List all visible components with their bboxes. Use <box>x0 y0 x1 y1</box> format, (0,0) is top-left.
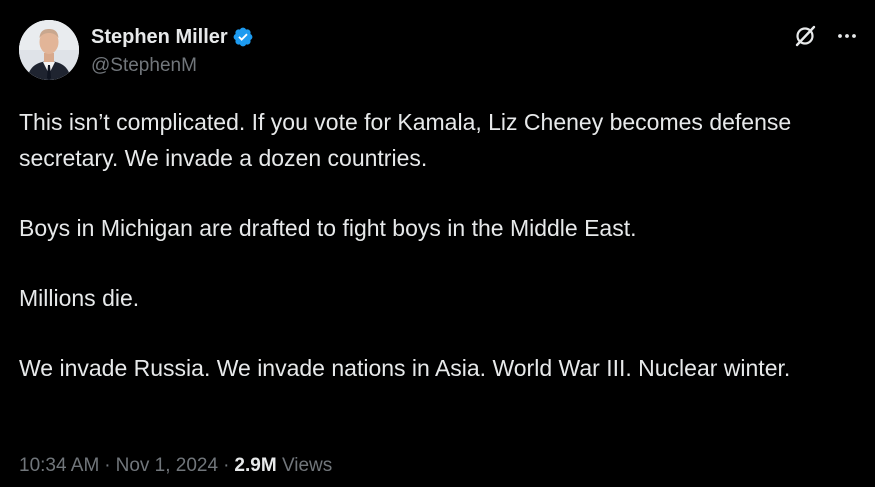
more-options-icon[interactable] <box>833 22 861 50</box>
author-handle[interactable]: @StephenM <box>91 55 254 77</box>
grok-icon[interactable] <box>791 22 819 50</box>
verified-badge-icon[interactable] <box>232 26 254 48</box>
tweet-paragraph: Boys in Michigan are drafted to fight bo… <box>19 215 637 241</box>
meta-separator: · <box>104 455 111 476</box>
avatar[interactable] <box>19 20 79 80</box>
tweet-paragraph: We invade Russia. We invade nations in A… <box>19 355 791 381</box>
name-row: Stephen Miller <box>91 23 254 51</box>
views-count: 2.9M <box>234 455 277 476</box>
author-display-name[interactable]: Stephen Miller <box>91 26 228 49</box>
header-actions <box>791 22 861 50</box>
tweet-header: Stephen Miller @StephenM <box>19 20 861 84</box>
tweet: Stephen Miller @StephenM This isn’t comp… <box>0 0 875 487</box>
tweet-date[interactable]: Nov 1, 2024 <box>116 455 218 476</box>
tweet-time[interactable]: 10:34 AM <box>19 455 99 476</box>
tweet-paragraph: This isn’t complicated. If you vote for … <box>19 109 792 171</box>
tweet-paragraph: Millions die. <box>19 285 140 311</box>
avatar-photo <box>19 20 79 80</box>
meta-separator: · <box>223 455 230 476</box>
views-label: Views <box>281 455 333 476</box>
tweet-text: This isn’t complicated. If you vote for … <box>19 104 839 386</box>
author-info: Stephen Miller @StephenM <box>91 23 254 77</box>
tweet-meta: 10:34 AM · Nov 1, 2024 · 2.9M Views <box>19 455 332 477</box>
